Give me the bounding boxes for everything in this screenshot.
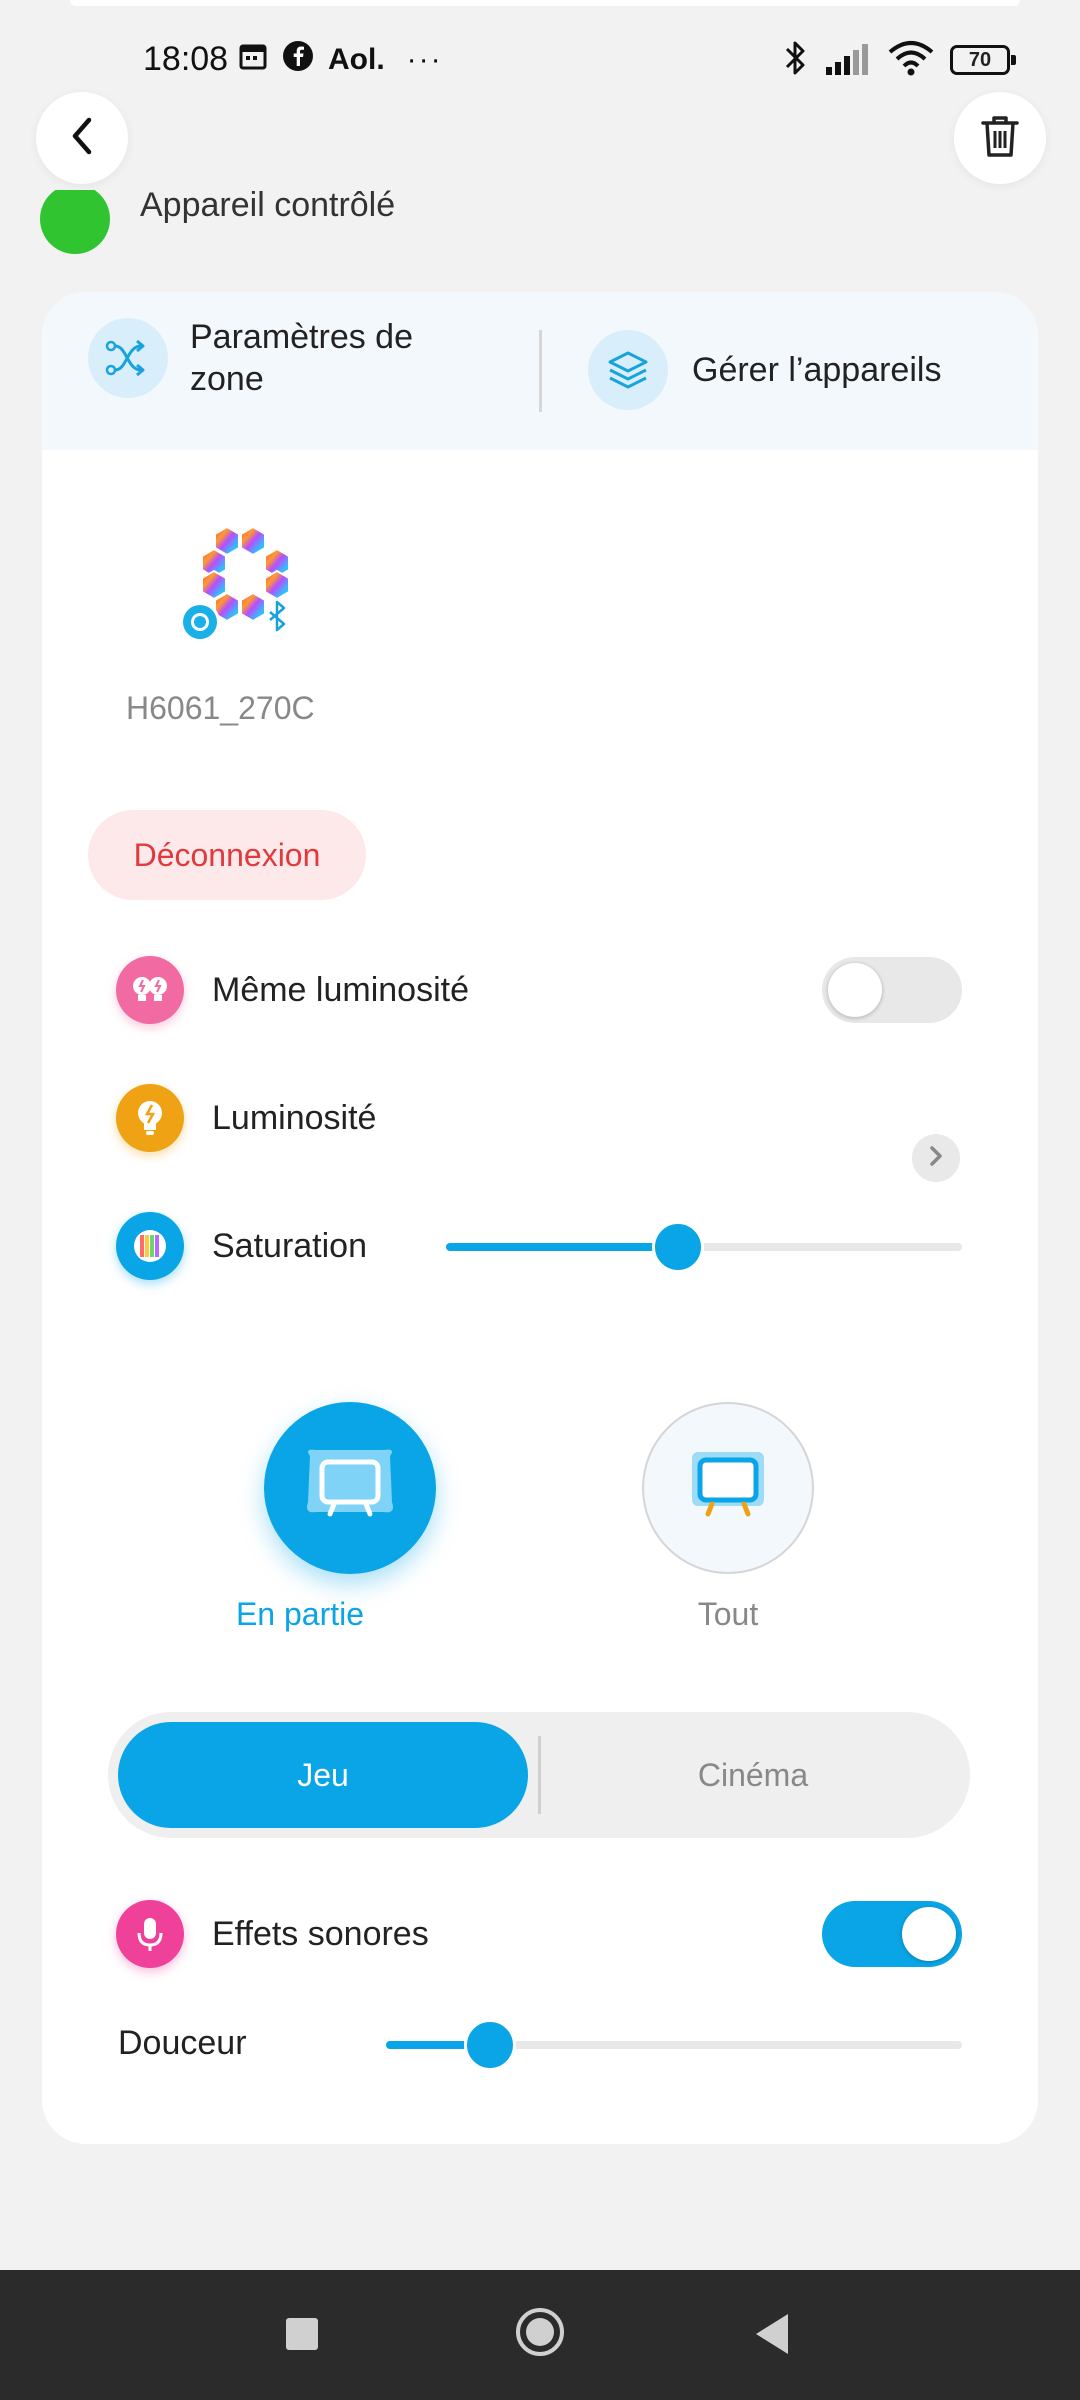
tv-icon [300, 1444, 400, 1533]
tv-icon [678, 1444, 778, 1533]
mode-all-label: Tout [697, 1596, 759, 1632]
smoothness-label: Douceur [118, 2024, 247, 2062]
status-right-icons: 70 [784, 36, 1016, 84]
facebook-icon [282, 40, 314, 80]
recents-button[interactable] [286, 2318, 318, 2350]
segment-game[interactable]: Jeu [118, 1722, 528, 1828]
wifi-icon [888, 40, 934, 81]
header-divider [539, 330, 542, 412]
bulb-icon [116, 1084, 184, 1152]
carrier-text: Aol. [328, 43, 385, 76]
manage-devices-label: Gérer l’appareils [692, 351, 942, 389]
saturation-slider-thumb[interactable] [652, 1221, 705, 1273]
trash-icon [979, 113, 1021, 164]
signal-icon [824, 41, 872, 80]
nav-back-button[interactable] [756, 2314, 788, 2354]
zone-settings-label: Paramètres de zone [190, 318, 413, 398]
manage-devices-button[interactable]: Gérer l’appareils [588, 330, 941, 410]
saturation-row: Saturation [116, 1206, 416, 1286]
smoothness-slider[interactable] [386, 2019, 962, 2071]
microphone-icon [116, 1900, 184, 1968]
more-dots: ··· [406, 43, 443, 76]
controlled-device-row: Appareil contrôlé [0, 190, 1080, 260]
mode-partial-label: En partie [235, 1596, 365, 1632]
saturation-icon [116, 1212, 184, 1280]
saturation-label: Saturation [212, 1226, 367, 1265]
segment-cinema[interactable]: Cinéma [548, 1722, 958, 1828]
status-time: 18:08 [143, 40, 229, 78]
saturation-slider-fill [446, 1243, 679, 1251]
zone-card: Paramètres de zone Gérer l’appareils H60… [42, 292, 1038, 2144]
card-header: Paramètres de zone Gérer l’appareils [42, 292, 1038, 450]
status-left-icons: Aol. ··· [238, 40, 443, 80]
delete-button[interactable] [954, 92, 1046, 184]
alexa-icon [180, 602, 220, 642]
brightness-chevron-button[interactable] [912, 1134, 960, 1182]
home-button[interactable] [516, 2308, 564, 2356]
scene-segmented-control: Jeu Cinéma [108, 1712, 970, 1838]
sound-effects-label: Effets sonores [212, 1914, 429, 1953]
chevron-right-icon [928, 1145, 944, 1172]
top-strip [70, 0, 1020, 6]
shuffle-icon [88, 318, 168, 398]
sound-effects-toggle[interactable] [822, 1901, 962, 1967]
system-nav-bar [0, 2270, 1080, 2400]
status-bar: 18:08 Aol. ··· 70 [0, 0, 1080, 120]
mode-partial-button[interactable] [264, 1402, 436, 1574]
chevron-left-icon [67, 116, 97, 161]
same-brightness-toggle[interactable] [822, 957, 962, 1023]
controlled-device-icon [40, 190, 110, 254]
back-button[interactable] [36, 92, 128, 184]
segment-divider [538, 1736, 541, 1814]
bluetooth-icon [784, 39, 808, 82]
disconnect-button[interactable]: Déconnexion [88, 810, 366, 900]
dual-bulb-icon [116, 956, 184, 1024]
brightness-row[interactable]: Luminosité [116, 1078, 1006, 1158]
hexagon-light-panel-icon[interactable] [160, 512, 340, 682]
brightness-label: Luminosité [212, 1098, 377, 1137]
zone-settings-button[interactable]: Paramètres de zone [88, 316, 460, 400]
mode-all-button[interactable] [642, 1402, 814, 1574]
saturation-slider[interactable] [446, 1221, 962, 1273]
device-bluetooth-icon [269, 600, 286, 632]
calendar-icon [238, 41, 268, 79]
battery-icon: 70 [950, 45, 1016, 75]
layers-icon [588, 330, 668, 410]
smoothness-slider-thumb[interactable] [463, 2019, 516, 2071]
controlled-device-label: Appareil contrôlé [140, 190, 396, 224]
device-name: H6061_270C [126, 690, 315, 726]
battery-level: 70 [968, 49, 992, 71]
same-brightness-label: Même luminosité [212, 970, 469, 1009]
